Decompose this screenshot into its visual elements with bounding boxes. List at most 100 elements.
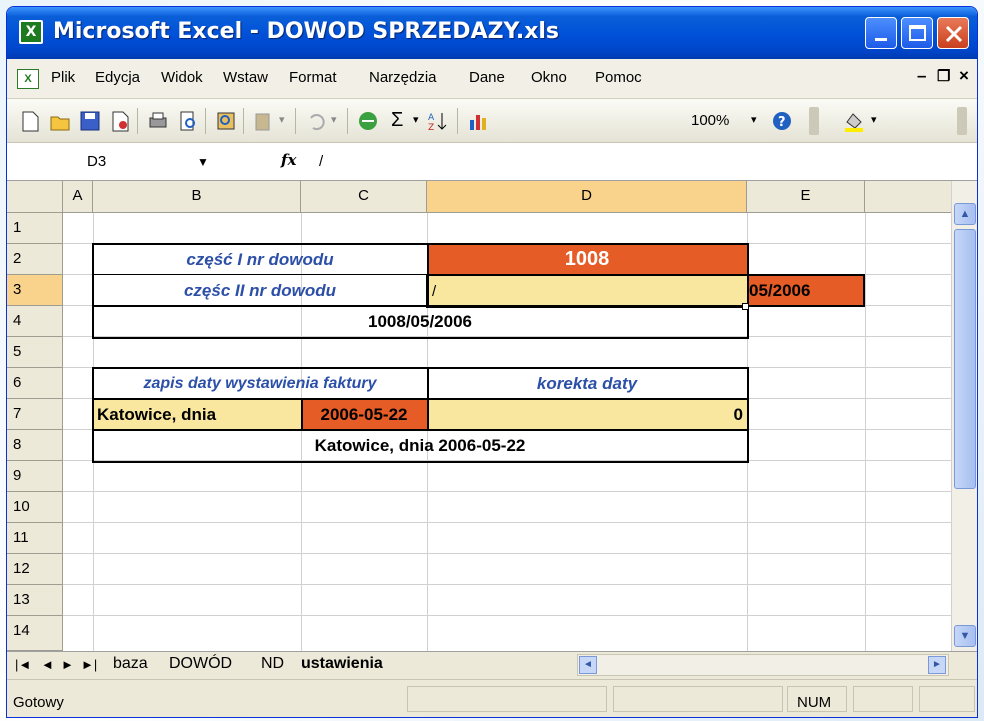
formula-bar: D3 ▼ fx / [7, 143, 977, 181]
svg-text:A: A [428, 113, 435, 123]
spreadsheet-grid[interactable]: A B C D E 1 2 3 4 5 6 7 8 9 10 11 12 13 … [7, 181, 951, 651]
window-title: Microsoft Excel - DOWOD SPRZEDAZY.xls [53, 19, 560, 44]
column-header-d[interactable]: D [427, 181, 747, 213]
fill-color-dropdown-icon[interactable]: ▾ [871, 113, 877, 126]
horizontal-scrollbar[interactable]: ◄ ► [577, 654, 949, 676]
row-header-5[interactable]: 5 [7, 337, 63, 368]
autosum-icon[interactable]: Σ [391, 109, 403, 132]
undo-icon[interactable] [305, 110, 327, 132]
row-header-6[interactable]: 6 [7, 368, 63, 399]
undo-dropdown-icon[interactable]: ▾ [331, 113, 337, 126]
last-sheet-icon[interactable]: ►| [81, 657, 97, 672]
insert-function-icon[interactable]: fx [281, 151, 296, 169]
column-header-e[interactable]: E [747, 181, 865, 213]
fill-handle[interactable] [742, 303, 749, 310]
toolbar-options-icon-2[interactable] [957, 107, 967, 135]
new-document-icon[interactable] [19, 110, 41, 132]
scroll-left-icon[interactable]: ◄ [579, 656, 597, 674]
column-header-a[interactable]: A [63, 181, 93, 213]
scroll-down-icon[interactable]: ▼ [954, 625, 976, 647]
row-header-3[interactable]: 3 [7, 275, 63, 306]
column-header-f[interactable] [865, 181, 951, 213]
status-bar: Gotowy NUM [7, 679, 977, 717]
scroll-up-icon[interactable]: ▲ [954, 203, 976, 225]
formula-input[interactable]: / [319, 153, 323, 170]
row-header-14[interactable]: 14 [7, 616, 63, 651]
fill-color-icon[interactable] [843, 110, 865, 132]
save-icon[interactable] [79, 110, 101, 132]
open-folder-icon[interactable] [49, 110, 71, 132]
hyperlink-icon[interactable] [357, 110, 379, 132]
excel-app-icon[interactable]: X [19, 20, 43, 44]
prev-sheet-icon[interactable]: ◄ [41, 657, 54, 672]
sheet-tab-nd[interactable]: ND [261, 655, 284, 673]
sheet-menu-icon[interactable]: X [17, 69, 39, 89]
first-sheet-icon[interactable]: |◄ [15, 657, 31, 672]
scroll-thumb[interactable] [954, 229, 976, 489]
row-header-10[interactable]: 10 [7, 492, 63, 523]
row-header-2[interactable]: 2 [7, 244, 63, 275]
sheet-tab-dowod[interactable]: DOWÓD [169, 655, 232, 673]
menu-item-narzedzia[interactable]: Narzędzia [369, 69, 437, 86]
row-header-1[interactable]: 1 [7, 213, 63, 244]
svg-text:?: ? [778, 115, 786, 130]
table-border-bottom [92, 367, 749, 463]
zoom-dropdown-icon[interactable]: ▾ [751, 113, 757, 126]
row-header-8[interactable]: 8 [7, 430, 63, 461]
toolbar-options-icon[interactable] [809, 107, 819, 135]
minimize-button[interactable] [865, 17, 897, 49]
sort-ascending-icon[interactable]: AZ [427, 110, 449, 132]
name-box[interactable]: D3 [87, 153, 106, 170]
status-text: Gotowy [13, 694, 64, 711]
row-header-7[interactable]: 7 [7, 399, 63, 430]
row-header-11[interactable]: 11 [7, 523, 63, 554]
close-button[interactable] [937, 17, 969, 49]
menu-bar: X Plik Edycja Widok Wstaw Format Narzędz… [7, 59, 977, 99]
next-sheet-icon[interactable]: ► [61, 657, 74, 672]
menu-item-okno[interactable]: Okno [531, 69, 567, 86]
help-icon[interactable]: ? [771, 110, 793, 132]
row-header-4[interactable]: 4 [7, 306, 63, 337]
svg-text:Z: Z [428, 123, 434, 132]
doc-restore-icon[interactable]: ❐ [937, 67, 950, 85]
doc-minimize-icon[interactable]: – [917, 66, 926, 86]
cell-e3[interactable]: 05/2006 [747, 275, 865, 306]
menu-item-dane[interactable]: Dane [469, 69, 505, 86]
sheet-tabs-bar: |◄ ◄ ► ►| baza DOWÓD ND ustawienia ◄ ► [7, 651, 977, 679]
research-icon[interactable] [215, 110, 237, 132]
title-bar[interactable]: X Microsoft Excel - DOWOD SPRZEDAZY.xls [7, 7, 977, 59]
select-all-corner[interactable] [7, 181, 63, 213]
permission-icon[interactable] [109, 110, 131, 132]
maximize-icon [909, 25, 926, 41]
menu-item-plik[interactable]: Plik [51, 69, 75, 86]
scroll-right-icon[interactable]: ► [928, 656, 946, 674]
standard-toolbar: ▾ ▾ Σ ▾ AZ 100% ▾ ? ▾ [7, 99, 977, 143]
active-cell-border [426, 274, 749, 308]
paste-dropdown-icon[interactable]: ▾ [279, 113, 285, 126]
minimize-icon [875, 38, 887, 41]
autosum-dropdown-icon[interactable]: ▾ [413, 113, 419, 126]
menu-item-pomoc[interactable]: Pomoc [595, 69, 642, 86]
print-icon[interactable] [147, 110, 169, 132]
excel-window: X Microsoft Excel - DOWOD SPRZEDAZY.xls … [6, 6, 978, 718]
sheet-tab-baza[interactable]: baza [113, 655, 148, 673]
name-box-dropdown-icon[interactable]: ▼ [197, 155, 209, 169]
row-header-9[interactable]: 9 [7, 461, 63, 492]
doc-close-icon[interactable]: × [959, 66, 969, 86]
menu-item-widok[interactable]: Widok [161, 69, 203, 86]
print-preview-icon[interactable] [177, 110, 199, 132]
num-lock-indicator: NUM [797, 694, 832, 711]
column-header-b[interactable]: B [93, 181, 301, 213]
row-header-12[interactable]: 12 [7, 554, 63, 585]
vertical-scrollbar[interactable]: ▲ ▼ [951, 181, 977, 651]
column-header-c[interactable]: C [301, 181, 427, 213]
paste-icon[interactable] [253, 110, 275, 132]
menu-item-format[interactable]: Format [289, 69, 337, 86]
menu-item-edycja[interactable]: Edycja [95, 69, 140, 86]
chart-wizard-icon[interactable] [467, 110, 489, 132]
zoom-value[interactable]: 100% [691, 112, 729, 129]
menu-item-wstaw[interactable]: Wstaw [223, 69, 268, 86]
row-header-13[interactable]: 13 [7, 585, 63, 616]
sheet-tab-ustawienia[interactable]: ustawienia [301, 655, 383, 673]
maximize-button[interactable] [901, 17, 933, 49]
